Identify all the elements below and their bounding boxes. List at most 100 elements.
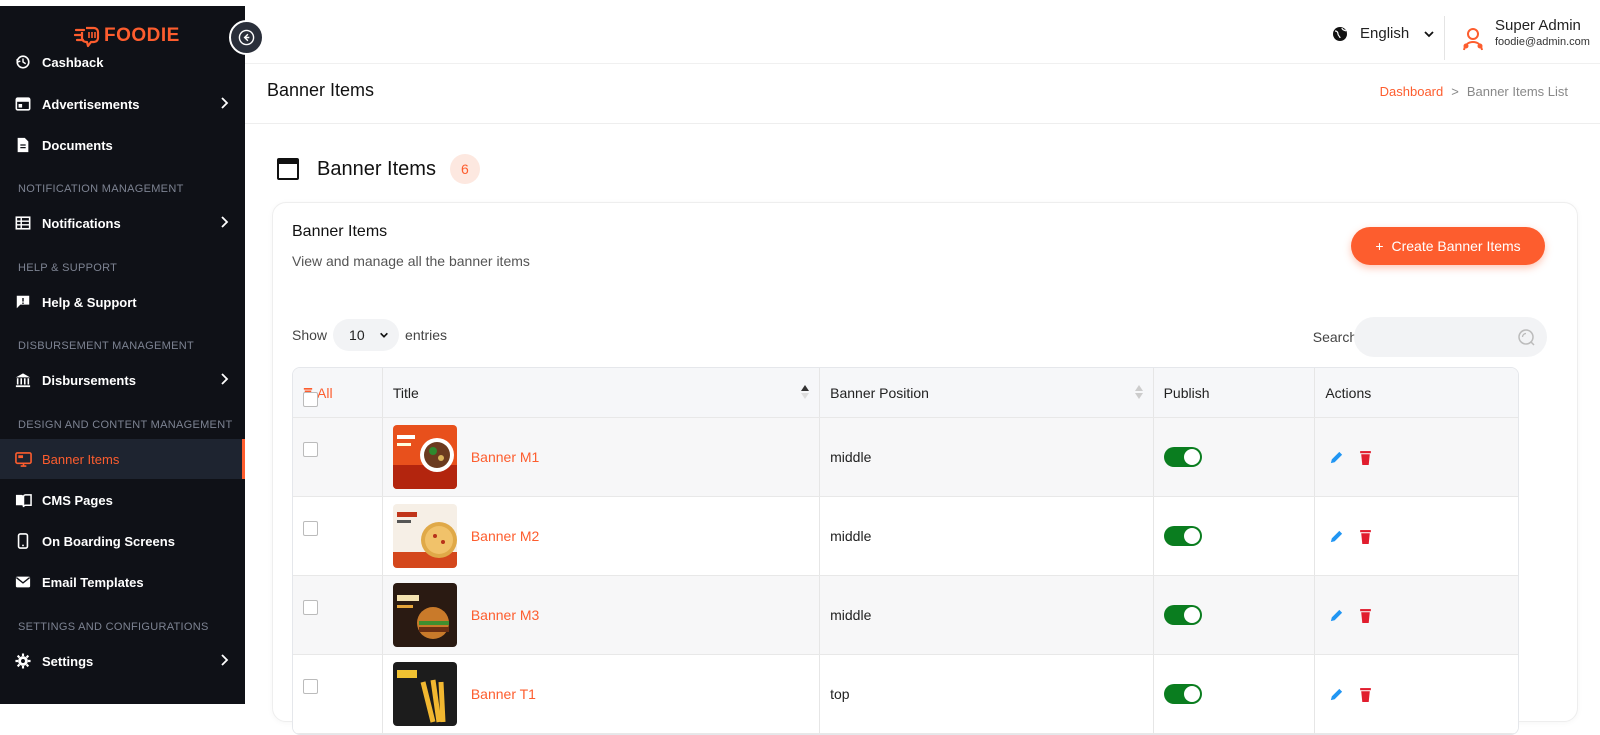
delete-trash-icon[interactable]: [1358, 529, 1373, 544]
mail-icon: [14, 573, 32, 591]
card-subtitle: View and manage all the banner items: [292, 253, 530, 269]
sidebar-item-label: Banner Items: [42, 451, 120, 467]
delete-trash-icon[interactable]: [1358, 687, 1373, 702]
table-row: Banner M3 middle: [293, 576, 1518, 655]
title-cell: Banner T1: [383, 655, 821, 733]
globe-icon: [1333, 26, 1347, 41]
sidebar-collapse-button[interactable]: [229, 20, 264, 55]
sidebar-item-label: Help & Support: [42, 294, 137, 310]
banner-items-card: Banner Items View and manage all the ban…: [272, 202, 1578, 735]
section-label-design: DESIGN AND CONTENT MANAGEMENT: [18, 419, 233, 431]
language-selector[interactable]: English: [1332, 25, 1435, 42]
breadcrumb: Dashboard > Banner Items List: [1380, 84, 1568, 99]
breadcrumb-separator: >: [1451, 84, 1459, 99]
sidebar-item-label: CMS Pages: [42, 492, 113, 508]
chevron-right-icon: [221, 97, 229, 109]
position-cell: middle: [820, 418, 1154, 496]
page-size-value: 10: [349, 327, 365, 343]
sidebar-item-cashback[interactable]: Cashback: [0, 42, 245, 82]
breadcrumb-dashboard-link[interactable]: Dashboard: [1380, 84, 1444, 99]
header-actions: Actions: [1315, 368, 1518, 417]
banner-title-link[interactable]: Banner T1: [471, 686, 536, 702]
section-label-help: HELP & SUPPORT: [18, 262, 118, 274]
user-name[interactable]: Super Admin: [1495, 17, 1581, 34]
sidebar-item-settings[interactable]: Settings: [0, 641, 245, 681]
banner-thumbnail[interactable]: [392, 662, 457, 726]
monitor-icon: [14, 450, 32, 468]
phone-icon: [14, 532, 32, 550]
delete-trash-icon[interactable]: [1358, 450, 1373, 465]
delete-trash-icon[interactable]: [1358, 608, 1373, 623]
header-select-cell: All: [293, 368, 383, 417]
actions-cell: [1315, 576, 1518, 654]
publish-toggle[interactable]: [1163, 684, 1202, 704]
header-publish-label: Publish: [1163, 384, 1210, 401]
sidebar-item-disbursements[interactable]: Disbursements: [0, 360, 245, 400]
banner-title-link[interactable]: Banner M3: [471, 607, 539, 623]
sidebar-item-label: On Boarding Screens: [42, 533, 175, 549]
page-size-select[interactable]: 10: [333, 319, 400, 351]
row-checkbox[interactable]: [303, 679, 318, 694]
header-banner-position[interactable]: Banner Position: [820, 368, 1154, 417]
advertisement-icon: [14, 95, 32, 113]
sidebar-item-banner-items[interactable]: Banner Items: [0, 439, 245, 479]
position-cell: top: [820, 655, 1154, 733]
banner-thumbnail[interactable]: [392, 504, 457, 568]
title-cell: Banner M1: [383, 418, 821, 496]
create-banner-items-button[interactable]: + Create Banner Items: [1351, 227, 1545, 265]
search-input[interactable]: [1354, 317, 1547, 357]
title-cell: Banner M2: [383, 497, 821, 575]
header-position-label: Banner Position: [830, 384, 929, 401]
sidebar-item-cms-pages[interactable]: CMS Pages: [0, 480, 245, 520]
user-group-icon[interactable]: [1460, 26, 1486, 52]
support-chat-icon: [14, 293, 32, 311]
row-select-cell: [293, 497, 383, 575]
table-row: Banner M1 middle: [293, 418, 1518, 497]
edit-pencil-icon[interactable]: [1329, 529, 1344, 544]
sidebar-item-email-templates[interactable]: Email Templates: [0, 562, 245, 602]
chevron-down-icon: [380, 332, 388, 338]
header-publish: Publish: [1154, 368, 1316, 417]
window-icon: [277, 158, 299, 180]
sidebar-item-onboarding[interactable]: On Boarding Screens: [0, 521, 245, 561]
plus-icon: +: [1375, 238, 1384, 254]
row-checkbox[interactable]: [303, 442, 318, 457]
publish-toggle[interactable]: [1163, 605, 1202, 625]
section-label-notification: NOTIFICATION MANAGEMENT: [18, 183, 184, 195]
header-title[interactable]: Title: [383, 368, 821, 417]
sidebar-item-advertisements[interactable]: Advertisements: [0, 84, 245, 124]
page-title: Banner Items: [267, 80, 375, 100]
page-title-bar: Banner Items Dashboard > Banner Items Li…: [245, 64, 1600, 124]
document-icon: [14, 136, 32, 154]
publish-toggle[interactable]: [1163, 526, 1202, 546]
sort-ascending-icon: [801, 385, 810, 399]
title-cell: Banner M3: [383, 576, 821, 654]
row-checkbox[interactable]: [303, 521, 318, 536]
cashback-icon: [14, 53, 32, 71]
sidebar-item-notifications[interactable]: Notifications: [0, 203, 245, 243]
breadcrumb-current: Banner Items List: [1466, 84, 1568, 99]
chevron-right-icon: [221, 216, 229, 228]
banner-thumbnail[interactable]: [392, 425, 457, 489]
actions-cell: [1315, 655, 1518, 733]
create-button-label: Create Banner Items: [1391, 238, 1521, 254]
publish-cell: [1154, 418, 1316, 496]
edit-pencil-icon[interactable]: [1329, 608, 1344, 623]
chevron-down-icon: [1424, 30, 1434, 37]
bank-icon: [14, 371, 32, 389]
sidebar-item-label: Settings: [42, 653, 94, 669]
banner-title-link[interactable]: Banner M2: [471, 528, 539, 544]
banner-thumbnail[interactable]: [392, 583, 457, 647]
publish-toggle[interactable]: [1163, 447, 1202, 467]
all-label: All: [317, 384, 333, 401]
sidebar-item-help-support[interactable]: Help & Support: [0, 282, 245, 322]
position-cell: middle: [820, 497, 1154, 575]
row-select-cell: [293, 418, 383, 496]
edit-pencil-icon[interactable]: [1329, 450, 1344, 465]
select-all-checkbox[interactable]: [303, 392, 318, 407]
row-checkbox[interactable]: [303, 600, 318, 615]
edit-pencil-icon[interactable]: [1329, 687, 1344, 702]
language-label: English: [1360, 25, 1410, 42]
banner-title-link[interactable]: Banner M1: [471, 449, 539, 465]
sidebar-item-documents[interactable]: Documents: [0, 125, 245, 165]
